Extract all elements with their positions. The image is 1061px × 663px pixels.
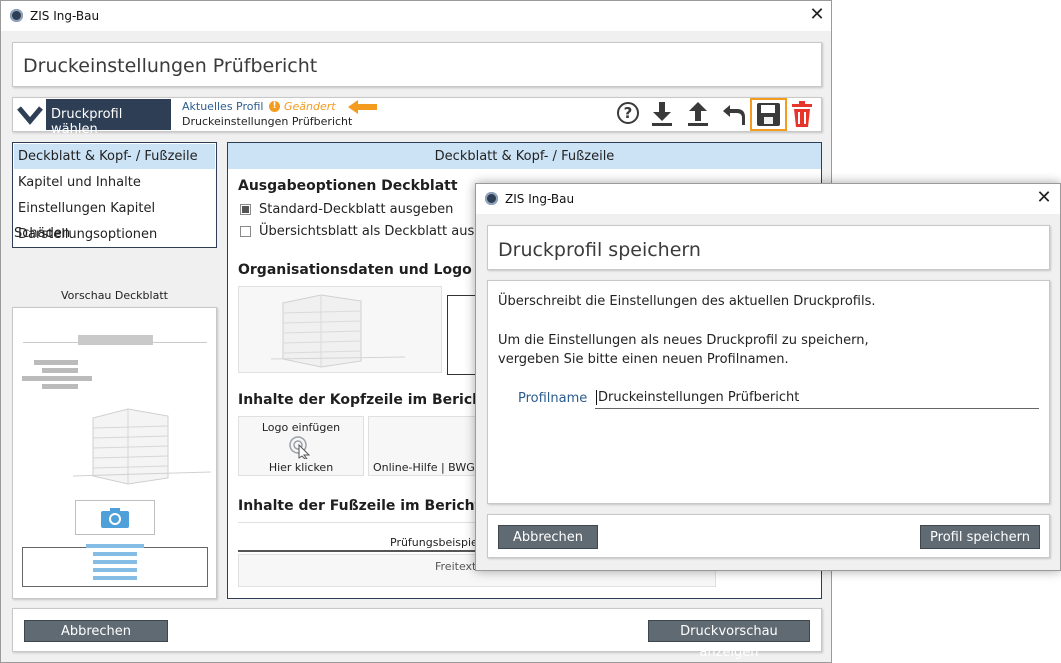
profile-bar: Druckprofil wählen Aktuelles Profil ! Ge…: [12, 97, 822, 137]
nav-item-kapitel[interactable]: Kapitel und Inhalte: [14, 170, 215, 195]
preview-blue-line: [93, 576, 137, 580]
page-title-panel: Druckeinstellungen Prüfbericht: [12, 42, 822, 87]
main-cancel-button[interactable]: Abbrechen: [24, 620, 168, 642]
print-preview-label: Druckvorschau anzeigen: [680, 624, 778, 660]
app-logo-icon: [10, 9, 23, 22]
page-title: Druckeinstellungen Prüfbericht: [23, 55, 318, 77]
camera-box: [75, 500, 155, 535]
nav-item-schaeden[interactable]: Einstellungen Kapitel Schäden: [14, 196, 215, 241]
standard-cover-label: Standard-Deckblatt ausgeben: [259, 202, 454, 217]
current-profile-label: Aktuelles Profil: [182, 100, 264, 113]
content-header: Deckblatt & Kopf- / Fußzeile: [228, 143, 821, 169]
logo-insert-box[interactable]: Logo einfügen Hier klicken: [238, 416, 364, 476]
main-window-title: ZIS Ing-Bau: [30, 9, 100, 23]
footer-text-box[interactable]: Prüfungsbeispiel |: [238, 522, 488, 552]
footer-freetext: Freitext: [435, 560, 477, 573]
dialog-heading-panel: Druckprofil speichern: [487, 225, 1050, 270]
choose-profile-label: Druckprofil wählen: [51, 107, 123, 137]
chevron-down-icon: [14, 99, 46, 130]
building-icon: [271, 294, 406, 368]
choose-profile-button[interactable]: Druckprofil wählen: [14, 99, 171, 137]
dialog-text-line2: Um die Einstellungen als neues Druckprof…: [498, 333, 869, 348]
save-profile-button[interactable]: Profil speichern: [920, 525, 1040, 549]
undo-icon[interactable]: [721, 101, 747, 131]
upload-icon[interactable]: [686, 101, 710, 131]
dialog-button-bar: Abbrechen Profil speichern: [487, 514, 1050, 558]
dialog-text-line1: Überschreibt die Einstellungen des aktue…: [498, 294, 876, 309]
org-image-box[interactable]: [238, 286, 442, 373]
profile-name-label: Profilname: [518, 391, 588, 406]
preview-line: [42, 384, 78, 389]
logo-insert-label: Logo einfügen: [261, 421, 341, 434]
preview-line: [34, 360, 78, 365]
preview-line: [22, 376, 92, 381]
dialog-window-title: ZIS Ing-Bau: [505, 192, 575, 206]
main-titlebar: ZIS Ing-Bau ✕: [1, 1, 831, 31]
save-profile-dialog: ZIS Ing-Bau ✕ Druckprofil speichern Über…: [475, 183, 1061, 571]
section-footer-heading: Inhalte der Fußzeile im Bericht an: [238, 498, 506, 514]
dialog-cancel-button[interactable]: Abbrechen: [498, 525, 598, 549]
preview-rule: [23, 342, 207, 343]
click-here-label: Hier klicken: [268, 461, 334, 474]
footer-text: Prüfungsbeispiel |: [390, 536, 489, 549]
warning-icon: !: [269, 101, 280, 112]
download-icon[interactable]: [650, 101, 674, 131]
help-icon[interactable]: ?: [617, 102, 639, 124]
dialog-text-line3: vergeben Sie bitte einen neuen Profilnam…: [498, 352, 789, 367]
standard-cover-checkbox[interactable]: [240, 204, 251, 215]
preview-line: [42, 368, 78, 373]
app-logo-icon: [485, 192, 498, 205]
dialog-heading: Druckprofil speichern: [498, 239, 701, 261]
nav-item-darstellung[interactable]: Darstellungsoptionen: [14, 222, 215, 247]
preview-bar: [78, 335, 153, 345]
main-close-icon[interactable]: ✕: [807, 5, 827, 25]
main-cancel-label: Abbrechen: [60, 624, 132, 639]
nav-list: Deckblatt & Kopf- / Fußzeile Kapitel und…: [12, 142, 217, 248]
profile-name-value: Druckeinstellungen Prüfbericht: [596, 390, 800, 405]
preview-title: Vorschau Deckblatt: [61, 289, 168, 302]
header-text-box[interactable]: Online-Hilfe | BWG O: [368, 416, 488, 476]
print-preview-button[interactable]: Druckvorschau anzeigen: [648, 620, 810, 660]
dialog-close-icon[interactable]: ✕: [1034, 188, 1054, 208]
profile-name-input[interactable]: Druckeinstellungen Prüfbericht: [595, 387, 1039, 409]
nav-item-label: Deckblatt & Kopf- / Fußzeile: [18, 149, 198, 164]
camera-icon: [101, 508, 129, 528]
changed-label: Geändert: [284, 100, 336, 113]
preview-blue-line: [93, 552, 137, 556]
click-cursor-icon: [289, 436, 311, 459]
trash-icon[interactable]: [791, 101, 813, 132]
dialog-body-panel: Überschreibt die Einstellungen des aktue…: [487, 280, 1050, 504]
bottom-bar: Abbrechen Druckvorschau anzeigen: [12, 608, 822, 660]
nav-item-label: Darstellungsoptionen: [18, 227, 158, 242]
cover-preview: [12, 307, 217, 599]
section-header-heading: Inhalte der Kopfzeile im Bericht a: [238, 392, 504, 408]
dialog-titlebar: ZIS Ing-Bau ✕: [476, 184, 1060, 214]
save-profile-label: Profil speichern: [930, 530, 1030, 545]
save-icon[interactable]: [750, 98, 787, 131]
nav-item-label: Kapitel und Inhalte: [18, 175, 141, 190]
header-text: Online-Hilfe | BWG O: [373, 461, 487, 474]
overview-cover-checkbox[interactable]: [240, 226, 251, 237]
current-profile-name: Druckeinstellungen Prüfbericht: [182, 115, 353, 128]
arrow-left-icon: [348, 100, 378, 118]
preview-blue-line: [93, 568, 137, 572]
preview-blue-line: [86, 544, 144, 548]
nav-item-deckblatt[interactable]: Deckblatt & Kopf- / Fußzeile: [14, 144, 215, 169]
section-org-heading: Organisationsdaten und Logo De: [238, 262, 498, 278]
dialog-cancel-label: Abbrechen: [512, 530, 584, 545]
overview-cover-label: Übersichtsblatt als Deckblatt ausge: [259, 224, 491, 239]
building-image: [72, 406, 213, 490]
section-output-heading: Ausgabeoptionen Deckblatt: [238, 178, 458, 194]
preview-blue-line: [93, 560, 137, 564]
